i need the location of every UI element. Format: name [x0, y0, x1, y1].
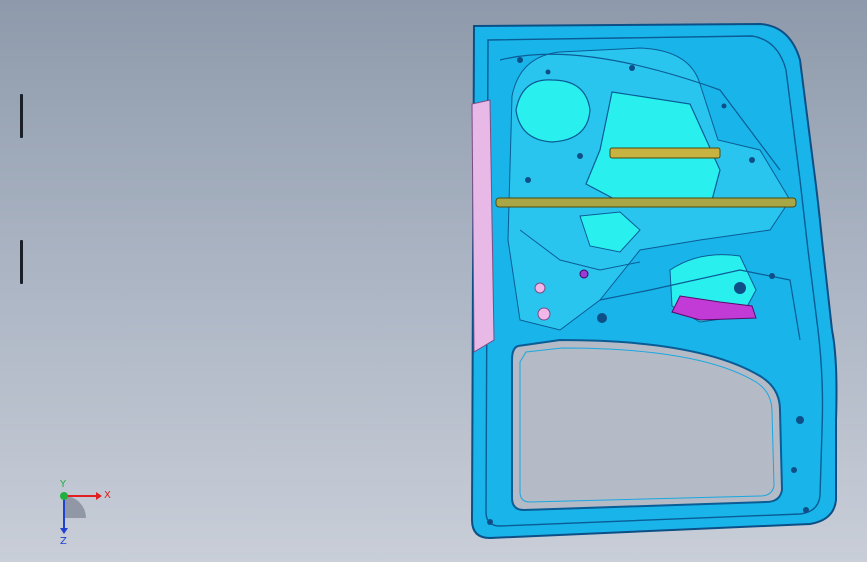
- coordinate-triad: X Y Z: [59, 479, 111, 547]
- window-regulator-rod: [495, 197, 797, 208]
- purple-fastener: [579, 269, 589, 279]
- pink-grommet-1: [534, 282, 546, 294]
- z-axis-label: Z: [60, 536, 67, 547]
- lower-window-opening: [511, 338, 784, 512]
- speaker-cutout: [515, 79, 591, 143]
- triad-shadow: [64, 496, 86, 518]
- pink-grommet-2: [537, 307, 551, 321]
- hinge-trim-strip: [471, 99, 495, 353]
- graphics-viewport[interactable]: X Y Z: [0, 0, 867, 562]
- x-axis-label: X: [104, 490, 111, 501]
- z-axis-arrowhead: [60, 528, 68, 534]
- door-inner-panel-model[interactable]: [0, 0, 867, 562]
- upper-guide-rail: [609, 147, 721, 159]
- y-axis-origin: [60, 492, 68, 500]
- y-axis-label: Y: [59, 479, 67, 490]
- x-axis-arrowhead: [96, 492, 102, 500]
